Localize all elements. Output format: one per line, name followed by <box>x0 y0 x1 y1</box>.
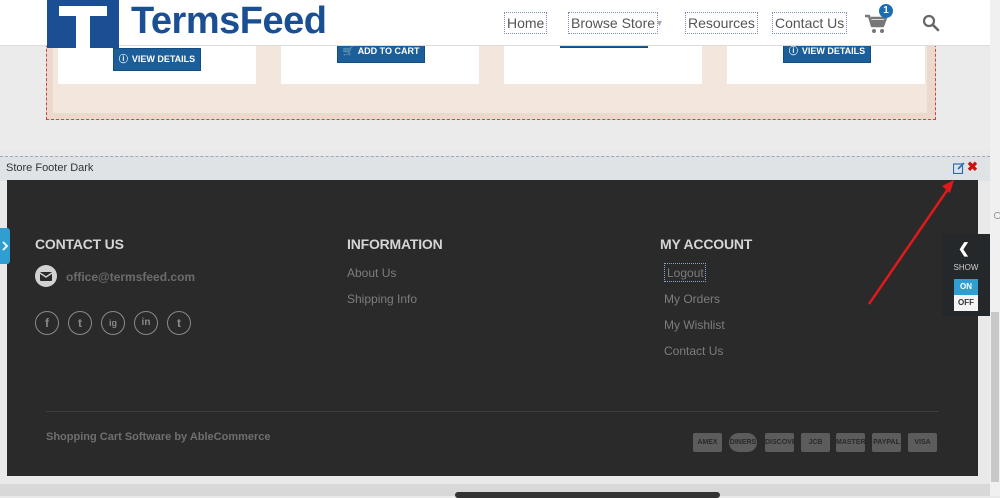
close-icon[interactable]: ✖ <box>967 160 978 174</box>
mastercard-icon: MASTERCARD <box>836 433 865 452</box>
view-details-button[interactable]: ⓘ VIEW DETAILS <box>113 48 201 71</box>
product-card <box>504 44 702 84</box>
contact-email-link[interactable]: office@termsfeed.com <box>66 270 195 284</box>
instagram-icon[interactable]: ig <box>101 311 125 335</box>
widget-edit-bar <box>0 156 990 181</box>
twitter-icon[interactable]: t <box>68 311 92 335</box>
envelope-icon <box>35 265 57 287</box>
nav-home[interactable]: Home <box>504 12 548 34</box>
tumblr-icon[interactable]: t <box>167 311 191 335</box>
discover-icon: DISCOVER <box>765 433 794 452</box>
horizontal-scroll-thumb[interactable] <box>455 492 720 498</box>
about-us-link[interactable]: About Us <box>347 266 396 280</box>
chevron-left-icon[interactable]: ❮ <box>958 240 970 257</box>
vertical-scroll-thumb[interactable] <box>991 312 999 482</box>
info-icon: ⓘ <box>788 46 798 56</box>
logo-text[interactable]: TermsFeed <box>131 0 327 42</box>
jcb-icon: JCB <box>801 433 830 452</box>
scroll-indicator <box>994 212 1000 219</box>
contact-us-link[interactable]: Contact Us <box>664 344 723 358</box>
facebook-icon[interactable]: f <box>35 311 59 335</box>
nav-contact-us[interactable]: Contact Us <box>772 12 848 34</box>
my-wishlist-link[interactable]: My Wishlist <box>664 318 725 332</box>
account-heading: MY ACCOUNT <box>660 236 753 252</box>
diners-club-icon: DINERS <box>729 433 757 452</box>
copyright-text: Shopping Cart Software by AbleCommerce <box>46 431 271 443</box>
footer-divider <box>46 411 939 412</box>
nav-resources[interactable]: Resources <box>685 12 758 34</box>
toggle-on-button[interactable]: ON <box>954 279 978 295</box>
amex-icon: AMEX <box>693 433 722 452</box>
widget-title: Store Footer Dark <box>6 162 94 174</box>
show-label: SHOW <box>953 263 979 272</box>
cart-count-badge: 1 <box>879 4 893 18</box>
my-orders-link[interactable]: My Orders <box>664 292 720 306</box>
logo-mark[interactable] <box>47 0 119 48</box>
contact-heading: CONTACT US <box>35 236 124 252</box>
nav-browse-store[interactable]: Browse Store ▼ <box>568 12 664 34</box>
info-icon: ⓘ <box>118 54 128 64</box>
search-icon[interactable] <box>922 14 940 32</box>
visa-icon: VISA <box>908 433 937 452</box>
logout-link[interactable]: Logout <box>667 266 704 280</box>
linkedin-icon[interactable]: in <box>134 311 158 335</box>
shipping-info-link[interactable]: Shipping Info <box>347 292 417 306</box>
cart-icon: 🛒 <box>342 46 354 56</box>
information-heading: INFORMATION <box>347 236 443 252</box>
edit-icon[interactable] <box>953 162 965 174</box>
left-panel-toggle[interactable] <box>0 228 10 264</box>
chevron-down-icon: ▼ <box>655 18 664 28</box>
toggle-off-button[interactable]: OFF <box>954 295 978 311</box>
paypal-icon: PAYPAL <box>872 433 901 452</box>
